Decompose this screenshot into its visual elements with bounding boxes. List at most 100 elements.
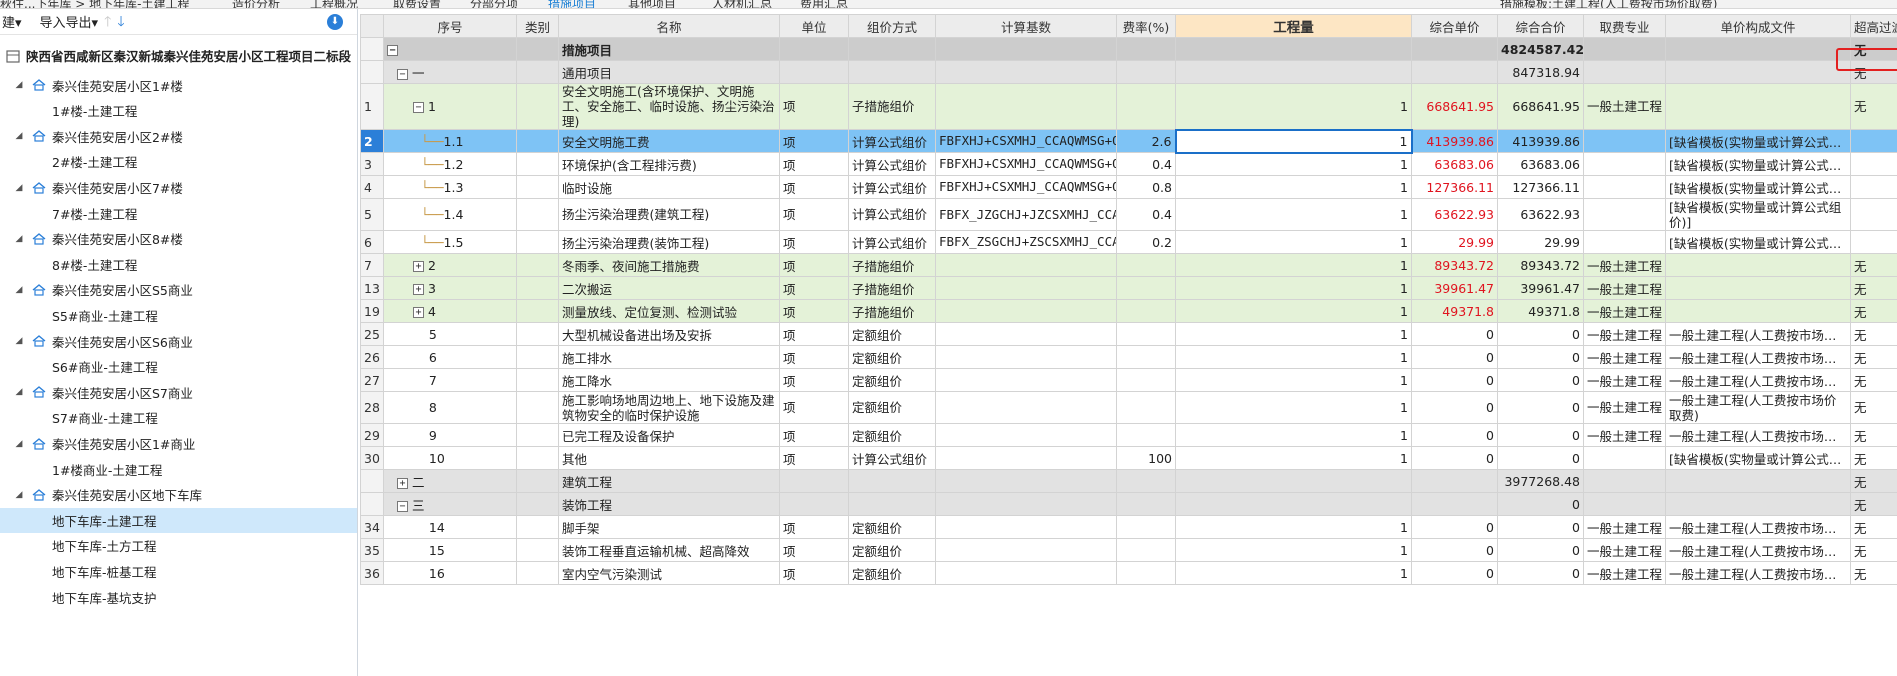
total-price-cell[interactable]: 29.99 xyxy=(1497,230,1584,254)
rate-cell[interactable] xyxy=(1116,391,1176,424)
category-cell[interactable] xyxy=(516,492,559,516)
quantity-cell[interactable]: 1 xyxy=(1175,152,1412,176)
table-row[interactable]: 6 └──1.5 扬尘污染治理费(装饰工程) 项计算公式组价 FBFX_ZSGCHJ+… xyxy=(360,230,1897,254)
rate-cell[interactable] xyxy=(1116,37,1176,61)
tree-group-item[interactable]: ◢ 秦兴佳苑安居小区1#楼 xyxy=(0,73,357,98)
table-row[interactable]: 13 +3 二次搬运项子措施组价 1 39961.47 39961.47 一般土建工程无 xyxy=(360,276,1897,300)
header-total-price[interactable]: 综合合价 xyxy=(1497,14,1584,38)
row-number[interactable]: 25 xyxy=(360,322,384,346)
tree-group-item[interactable]: ◢ 秦兴佳苑安居小区S6商业 xyxy=(0,329,357,354)
name-cell[interactable]: 其他 xyxy=(558,446,780,470)
total-price-cell[interactable]: 89343.72 xyxy=(1497,253,1584,277)
category-cell[interactable] xyxy=(516,152,559,176)
import-export-menu[interactable]: 导入导出▾ xyxy=(40,12,99,31)
height-filter-cell[interactable]: 无 xyxy=(1850,423,1897,447)
price-file-cell[interactable]: 一般土建工程(人工费按市场价… xyxy=(1665,368,1851,392)
quantity-cell[interactable]: 1 xyxy=(1175,253,1412,277)
height-filter-cell[interactable]: 无 xyxy=(1850,299,1897,323)
unit-cell[interactable]: 项 xyxy=(779,345,849,369)
category-cell[interactable] xyxy=(516,276,559,300)
height-filter-cell[interactable]: 无 xyxy=(1850,391,1897,424)
quantity-cell[interactable]: 1 xyxy=(1175,423,1412,447)
height-filter-cell[interactable] xyxy=(1850,175,1897,199)
unit-price-cell[interactable]: 0 xyxy=(1411,446,1498,470)
rate-cell[interactable] xyxy=(1116,368,1176,392)
unit-cell[interactable] xyxy=(779,37,849,61)
rate-cell[interactable] xyxy=(1116,515,1176,539)
total-price-cell[interactable]: 0 xyxy=(1497,391,1584,424)
collapse-toggle-icon[interactable]: − xyxy=(397,500,408,512)
table-row[interactable]: 4 └──1.3 临时设施项计算公式组价 FBFXHJ+CSXMHJ_CCAQWMS… xyxy=(360,175,1897,199)
expand-caret-icon[interactable]: ◢ xyxy=(14,490,24,500)
tree-unit-item[interactable]: 地下车库-桩基工程 xyxy=(0,559,357,584)
quantity-cell[interactable]: 1 xyxy=(1174,128,1413,154)
row-number[interactable]: 35 xyxy=(360,538,384,562)
quantity-cell[interactable]: 1 xyxy=(1175,391,1412,424)
total-price-cell[interactable]: 127366.11 xyxy=(1497,175,1584,199)
unit-cell[interactable] xyxy=(779,60,849,84)
tree-unit-item[interactable]: 1#楼商业-土建工程 xyxy=(0,457,357,482)
seq-cell[interactable]: 6 xyxy=(383,345,517,369)
name-cell[interactable]: 已完工程及设备保护 xyxy=(558,423,780,447)
unit-price-cell[interactable]: 89343.72 xyxy=(1411,253,1498,277)
collapse-icon[interactable]: ⬇ xyxy=(327,13,343,30)
table-row[interactable]: 27 7 施工降水项定额组价 1 0 0 一般土建工程 一般土建工程(人工费按市场价… 无 xyxy=(360,368,1897,392)
quantity-cell[interactable]: 1 xyxy=(1175,276,1412,300)
tree-unit-item[interactable]: 1#楼-土建工程 xyxy=(0,98,357,123)
name-cell[interactable]: 装饰工程 xyxy=(558,492,780,516)
tree-unit-item[interactable]: 地下车库-土方工程 xyxy=(0,533,357,558)
table-row[interactable]: 29 9 已完工程及设备保护项定额组价 1 0 0 一般土建工程 一般土建工程(人工费按市场… xyxy=(360,423,1897,447)
category-cell[interactable] xyxy=(516,561,559,585)
unit-cell[interactable]: 项 xyxy=(779,538,849,562)
tab-cost-summary[interactable]: 费用汇总 xyxy=(800,0,848,8)
row-number[interactable]: 36 xyxy=(360,561,384,585)
calc-base-cell[interactable] xyxy=(935,391,1117,424)
height-filter-cell[interactable]: 无 xyxy=(1850,469,1897,493)
quantity-cell[interactable] xyxy=(1175,60,1412,84)
calc-base-cell[interactable] xyxy=(935,299,1117,323)
pricing-method-cell[interactable] xyxy=(848,492,936,516)
expand-caret-icon[interactable]: ◢ xyxy=(14,80,24,90)
total-price-cell[interactable]: 49371.8 xyxy=(1497,299,1584,323)
name-cell[interactable]: 施工排水 xyxy=(558,345,780,369)
calc-base-cell[interactable] xyxy=(935,515,1117,539)
height-filter-cell[interactable]: 无 xyxy=(1850,83,1897,130)
table-row[interactable]: 35 15 装饰工程垂直运输机械、超高降效项定额组价 1 0 0 一般土建工程 一般土建工程… xyxy=(360,538,1897,562)
price-file-cell[interactable]: [缺省模板(实物量或计算公式组… xyxy=(1665,129,1851,153)
seq-cell[interactable]: 15 xyxy=(383,538,517,562)
table-row[interactable]: − 一 通用项目 847318.94 无 xyxy=(360,60,1897,84)
category-cell[interactable] xyxy=(516,345,559,369)
quantity-cell[interactable]: 1 xyxy=(1175,299,1412,323)
unit-price-cell[interactable]: 668641.95 xyxy=(1411,83,1498,130)
pricing-method-cell[interactable]: 计算公式组价 xyxy=(848,446,936,470)
unit-cell[interactable]: 项 xyxy=(779,446,849,470)
unit-price-cell[interactable]: 0 xyxy=(1411,561,1498,585)
fee-specialty-cell[interactable] xyxy=(1583,446,1666,470)
fee-specialty-cell[interactable]: 一般土建工程 xyxy=(1583,276,1666,300)
calc-base-cell[interactable] xyxy=(935,423,1117,447)
price-file-cell[interactable]: 一般土建工程(人工费按市场价… xyxy=(1665,561,1851,585)
pricing-method-cell[interactable]: 定额组价 xyxy=(848,391,936,424)
seq-cell[interactable]: + 二 xyxy=(383,469,517,493)
name-cell[interactable]: 扬尘污染治理费(装饰工程) xyxy=(558,230,780,254)
name-cell[interactable]: 施工降水 xyxy=(558,368,780,392)
pricing-method-cell[interactable]: 定额组价 xyxy=(848,538,936,562)
name-cell[interactable]: 安全文明施工费 xyxy=(558,129,780,153)
tab-fee-settings[interactable]: 取费设置 xyxy=(393,0,441,8)
price-file-cell[interactable]: [缺省模板(实物量或计算公式组… xyxy=(1665,175,1851,199)
fee-specialty-cell[interactable]: 一般土建工程 xyxy=(1583,83,1666,130)
expand-caret-icon[interactable]: ◢ xyxy=(14,131,24,141)
header-fee-specialty[interactable]: 取费专业 xyxy=(1583,14,1666,38)
table-row[interactable]: 26 6 施工排水项定额组价 1 0 0 一般土建工程 一般土建工程(人工费按市场价… 无 xyxy=(360,345,1897,369)
pricing-method-cell[interactable] xyxy=(848,469,936,493)
rate-cell[interactable] xyxy=(1116,83,1176,130)
unit-price-cell[interactable]: 39961.47 xyxy=(1411,276,1498,300)
price-file-cell[interactable] xyxy=(1665,37,1851,61)
seq-cell[interactable]: +2 xyxy=(383,253,517,277)
fee-specialty-cell[interactable]: 一般土建工程 xyxy=(1583,253,1666,277)
unit-price-cell[interactable]: 63622.93 xyxy=(1411,198,1498,231)
pricing-method-cell[interactable]: 计算公式组价 xyxy=(848,129,936,153)
price-file-cell[interactable] xyxy=(1665,492,1851,516)
tree-unit-item[interactable]: S5#商业-土建工程 xyxy=(0,303,357,328)
fee-specialty-cell[interactable]: 一般土建工程 xyxy=(1583,538,1666,562)
